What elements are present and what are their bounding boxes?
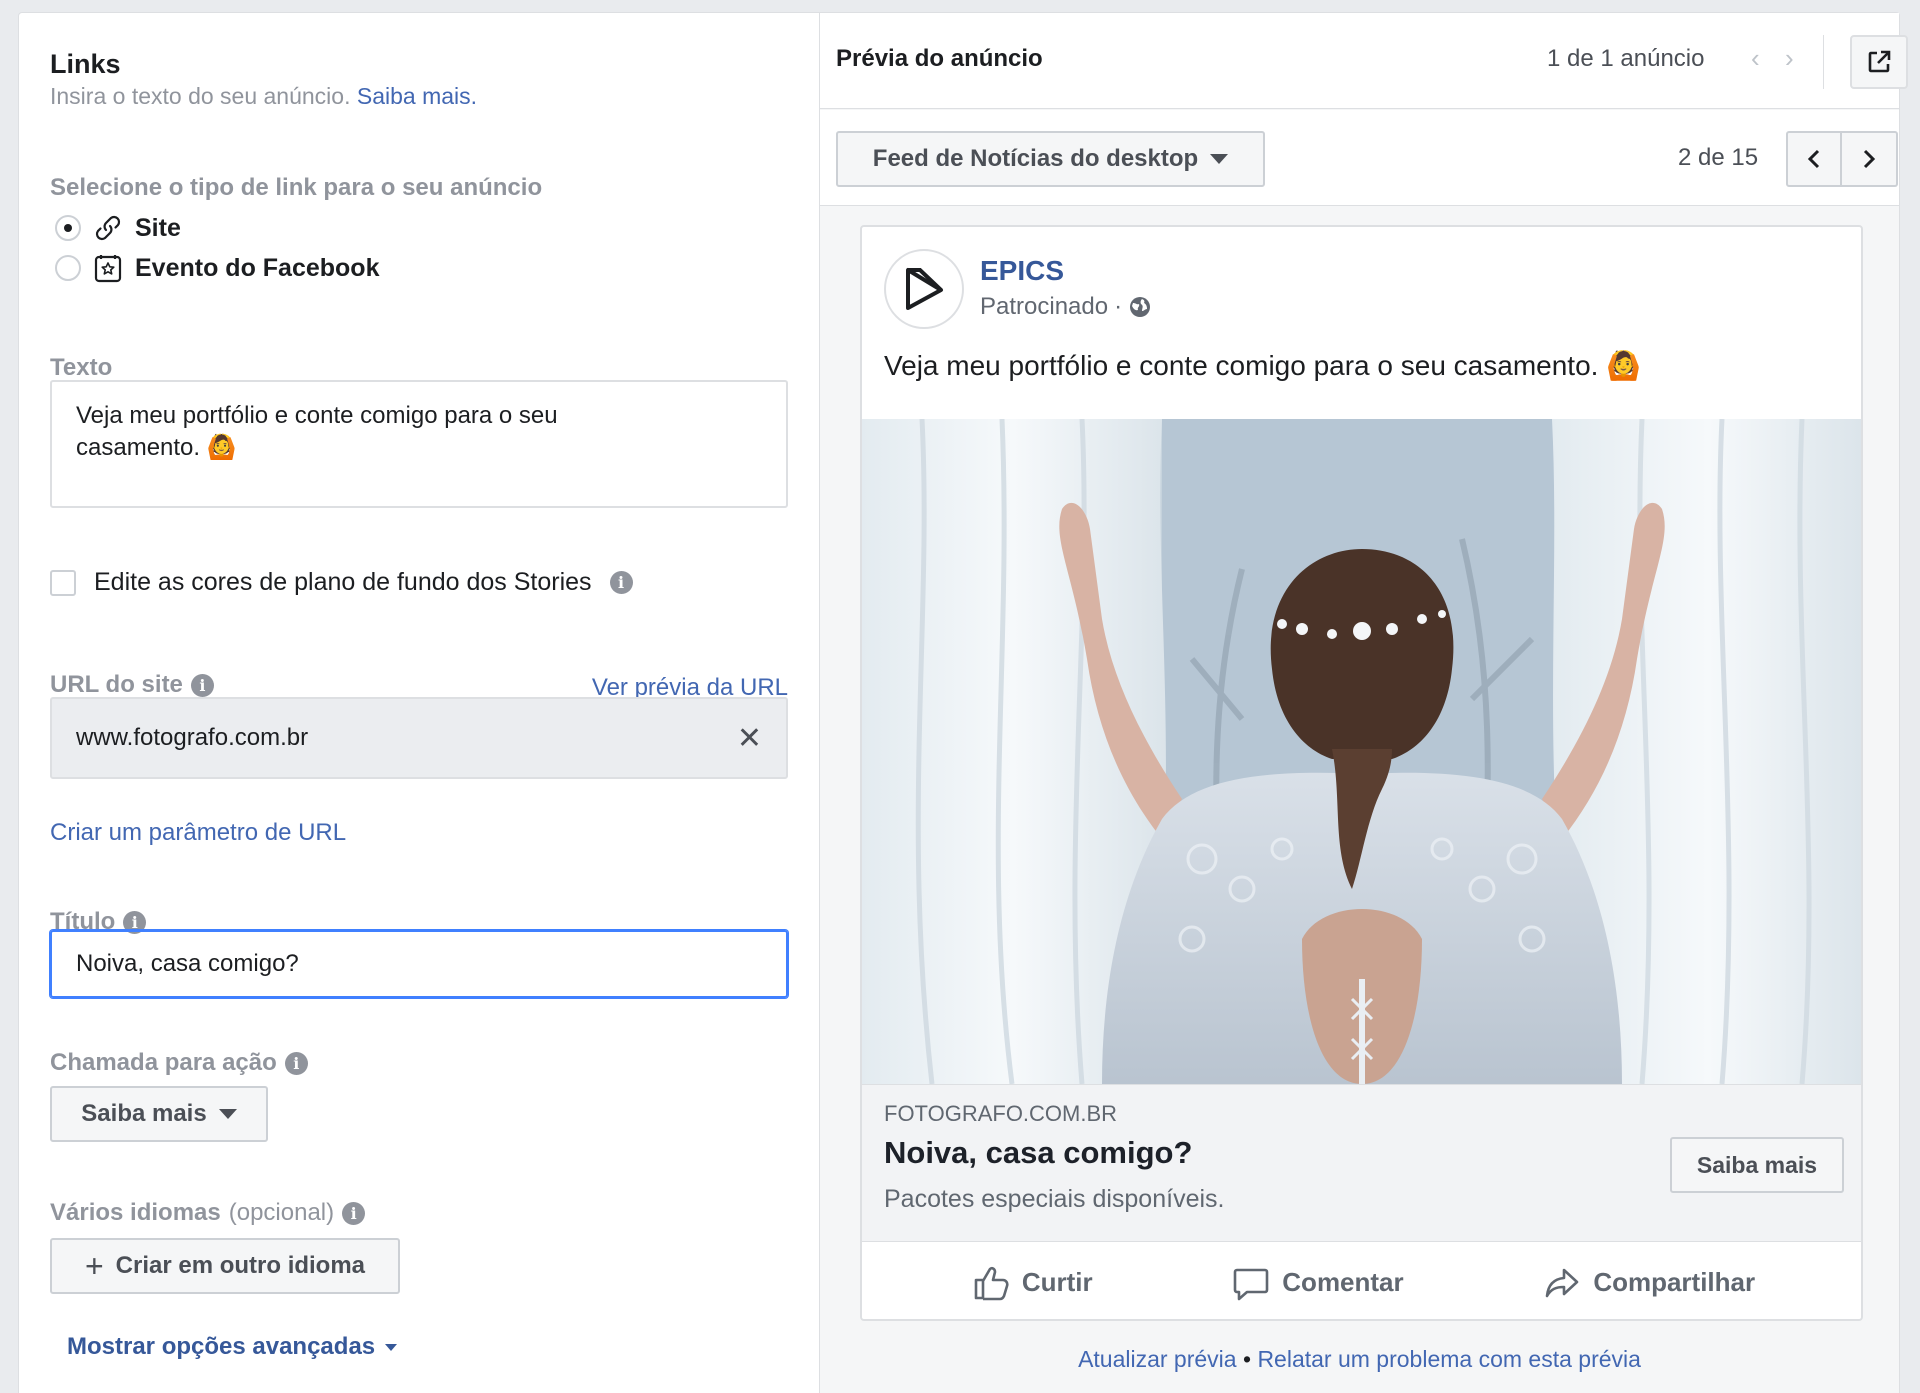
placement-pager (1786, 131, 1898, 187)
page-name[interactable]: EPICS (980, 255, 1064, 287)
headline-input[interactable]: Noiva, casa comigo? (50, 930, 788, 998)
next-placement-button[interactable] (1842, 131, 1898, 187)
external-link-icon (1868, 50, 1891, 73)
comment-icon (1233, 1268, 1269, 1300)
subtitle-text: Insira o texto do seu anúncio. (50, 83, 351, 109)
link-description: Pacotes especiais disponíveis. (884, 1185, 1225, 1213)
advanced-options-toggle[interactable]: Mostrar opções avançadas (67, 1333, 398, 1361)
section-title: Links (50, 49, 121, 79)
placement-dropdown[interactable]: Feed de Notícias do desktop (836, 131, 1265, 187)
share-button[interactable]: Compartilhar (1543, 1264, 1755, 1302)
sponsored-line: Patrocinado · (980, 293, 1152, 321)
ad-text-textarea[interactable]: Veja meu portfólio e conte comigo para o… (50, 380, 788, 508)
ad-preview-pane: Prévia do anúncio 1 de 1 anúncio ‹ › Fee… (820, 13, 1908, 1393)
ad-editor-panel: Links Insira o texto do seu anúncio. Sai… (18, 12, 1908, 1393)
prev-ad-icon[interactable]: ‹ (1751, 43, 1760, 74)
radio-option-site[interactable]: Site (55, 213, 181, 243)
event-radio[interactable] (55, 255, 81, 281)
header-divider (1823, 35, 1824, 89)
thumbs-up-icon (974, 1266, 1009, 1300)
stories-colors-checkbox[interactable] (50, 569, 76, 596)
event-star-icon (93, 253, 123, 283)
like-button[interactable]: Curtir (972, 1264, 1093, 1302)
placement-count: 2 de 15 (1678, 144, 1759, 171)
cta-dropdown[interactable]: Saiba mais (50, 1086, 268, 1142)
text-label: Texto (50, 354, 113, 381)
plus-icon: + (84, 1247, 104, 1284)
page-avatar[interactable] (884, 249, 964, 329)
ad-count: 1 de 1 anúncio (1547, 45, 1705, 72)
chevron-left-icon (1807, 149, 1820, 169)
section-subtitle: Insira o texto do seu anúncio. Saiba mai… (50, 83, 477, 110)
info-icon[interactable]: i (609, 571, 633, 594)
post-actions: Curtir Comentar Compartilhar (862, 1242, 1861, 1319)
ad-preview-card: EPICS Patrocinado · Veja meu portfólio e… (860, 225, 1863, 1321)
website-url-input[interactable]: www.fotografo.com.br ✕ (50, 697, 788, 779)
open-external-button[interactable] (1850, 35, 1908, 89)
prev-placement-button[interactable] (1786, 131, 1842, 187)
url-value: www.fotografo.com.br (76, 724, 309, 751)
info-icon[interactable]: i (342, 1201, 366, 1225)
clear-url-icon[interactable]: ✕ (737, 721, 762, 756)
caret-down-icon (218, 1109, 237, 1119)
caret-down-icon (385, 1343, 398, 1351)
link-headline: Noiva, casa comigo? (884, 1135, 1193, 1170)
globe-icon (1130, 297, 1151, 317)
ad-image[interactable] (862, 419, 1861, 1084)
link-preview[interactable]: FOTOGRAFO.COM.BR Noiva, casa comigo? Pac… (862, 1084, 1861, 1242)
link-domain: FOTOGRAFO.COM.BR (884, 1101, 1118, 1126)
site-label: Site (135, 213, 181, 242)
info-icon[interactable]: i (190, 673, 214, 697)
info-icon[interactable]: i (284, 1051, 308, 1075)
comment-button[interactable]: Comentar (1232, 1264, 1404, 1302)
caret-down-icon (1210, 154, 1229, 164)
stories-colors-row: Edite as cores de plano de fundo dos Sto… (50, 568, 633, 597)
share-icon (1546, 1268, 1579, 1297)
bride-photo (862, 419, 1861, 1084)
create-language-button[interactable]: + Criar em outro idioma (50, 1238, 400, 1294)
ad-form: Links Insira o texto do seu anúncio. Sai… (19, 13, 819, 1393)
play-logo-icon (906, 268, 943, 310)
cta-label: Chamada para ação i (50, 1049, 308, 1077)
site-radio[interactable] (55, 215, 81, 241)
next-ad-icon[interactable]: › (1785, 43, 1794, 74)
refresh-preview-link[interactable]: Atualizar prévia (1078, 1346, 1237, 1372)
post-text: Veja meu portfólio e conte comigo para o… (884, 350, 1642, 381)
languages-label: Vários idiomas (opcional) i (50, 1199, 366, 1227)
url-parameter-link[interactable]: Criar um parâmetro de URL (50, 819, 346, 847)
stories-colors-label: Edite as cores de plano de fundo dos Sto… (94, 568, 592, 596)
event-label: Evento do Facebook (135, 253, 380, 282)
link-type-label: Selecione o tipo de link para o seu anún… (50, 174, 543, 201)
preview-title: Prévia do anúncio (836, 45, 1043, 72)
chevron-right-icon (1863, 149, 1876, 169)
learn-more-link[interactable]: Saiba mais. (357, 83, 477, 109)
radio-option-event[interactable]: Evento do Facebook (55, 253, 379, 283)
report-problem-link[interactable]: Relatar um problema com esta prévia (1257, 1346, 1641, 1372)
link-icon (93, 213, 123, 243)
preview-footer: Atualizar prévia • Relatar um problema c… (1078, 1346, 1641, 1372)
url-label: URL do site i (50, 671, 214, 699)
cta-button[interactable]: Saiba mais (1670, 1137, 1844, 1193)
